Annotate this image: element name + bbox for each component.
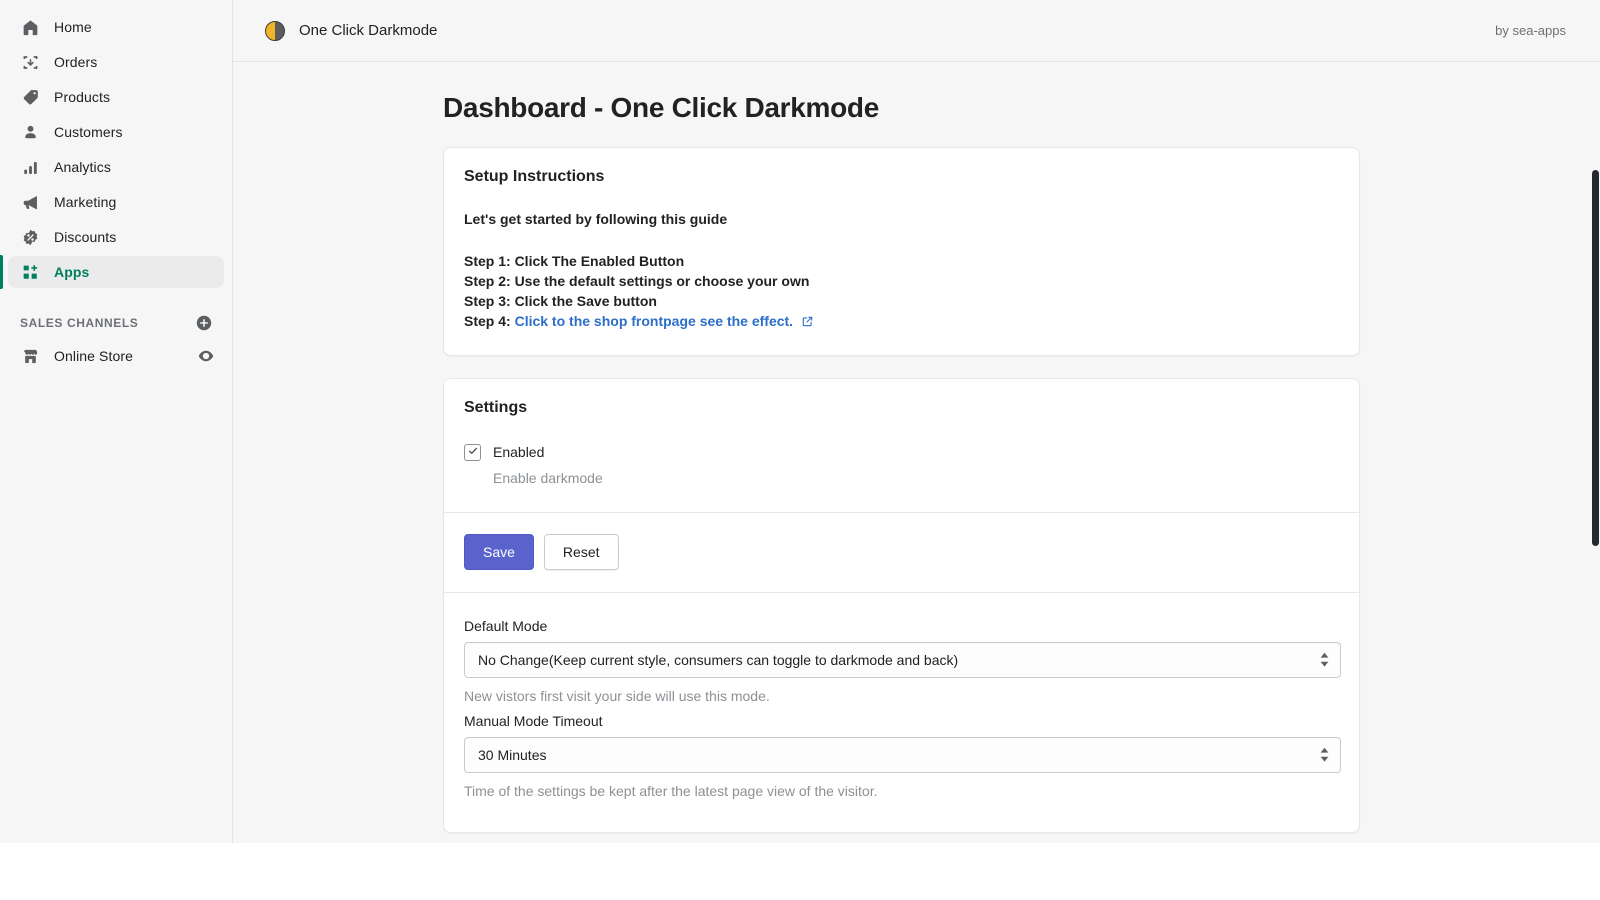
setup-card-lead: Let's get started by following this guid…: [464, 211, 1339, 227]
main-sidebar: Home Orders Products: [0, 0, 233, 843]
setup-instructions-card: Setup Instructions Let's get started by …: [443, 147, 1360, 356]
half-moon-darkmode-icon: [265, 21, 285, 41]
discounts-badge-icon: [20, 227, 40, 247]
shop-frontpage-link[interactable]: Click to the shop frontpage see the effe…: [515, 313, 794, 329]
sidebar-item-analytics[interactable]: Analytics: [8, 151, 224, 183]
plus-circle-icon[interactable]: [194, 313, 214, 333]
manual-mode-timeout-select-wrap: 30 Minutes: [464, 737, 1341, 773]
orders-icon: [20, 52, 40, 72]
sidebar-item-label: Apps: [54, 264, 89, 280]
sidebar-item-customers[interactable]: Customers: [8, 116, 224, 148]
manual-mode-timeout-help: Time of the settings be kept after the l…: [464, 783, 1339, 799]
enabled-checkbox[interactable]: [464, 444, 481, 461]
sales-channels-header: SALES CHANNELS: [8, 308, 224, 338]
app-title: One Click Darkmode: [299, 22, 437, 39]
setup-card-heading: Setup Instructions: [464, 168, 1339, 186]
sidebar-item-label: Products: [54, 89, 110, 105]
default-mode-select[interactable]: No Change(Keep current style, consumers …: [464, 642, 1341, 678]
setup-step: Step 3: Click the Save button: [464, 291, 1339, 311]
sidebar-item-products[interactable]: Products: [8, 81, 224, 113]
below-viewport-area: [0, 843, 1600, 900]
sidebar-item-apps[interactable]: Apps: [8, 256, 224, 288]
page-scrollbar-track[interactable]: [1591, 62, 1600, 843]
settings-fields: Default Mode No Change(Keep current styl…: [444, 593, 1359, 832]
sidebar-item-orders[interactable]: Orders: [8, 46, 224, 78]
browser-viewport: Home Orders Products: [0, 0, 1600, 843]
setup-step-4: Step 4: Click to the shop frontpage see …: [464, 311, 1339, 333]
customers-person-icon: [20, 122, 40, 142]
sidebar-item-label: Home: [54, 19, 92, 35]
selected-accent-bar: [0, 255, 3, 289]
sidebar-item-marketing[interactable]: Marketing: [8, 186, 224, 218]
setup-steps-list: Step 1: Click The Enabled Button Step 2:…: [464, 251, 1339, 333]
products-tag-icon: [20, 87, 40, 107]
main-content: Dashboard - One Click Darkmode Setup Ins…: [233, 62, 1600, 843]
enabled-checkbox-row[interactable]: Enabled: [464, 443, 1339, 461]
external-link-icon[interactable]: [801, 313, 814, 333]
analytics-bars-icon: [20, 157, 40, 177]
sidebar-item-label: Marketing: [54, 194, 116, 210]
marketing-megaphone-icon: [20, 192, 40, 212]
app-identity: One Click Darkmode: [265, 21, 437, 41]
settings-card: Settings Enabled Enable darkmode Save Re…: [443, 378, 1360, 833]
sidebar-item-label: Customers: [54, 124, 123, 140]
default-mode-select-wrap: No Change(Keep current style, consumers …: [464, 642, 1341, 678]
sidebar-item-discounts[interactable]: Discounts: [8, 221, 224, 253]
save-button[interactable]: Save: [464, 534, 534, 570]
enabled-checkbox-label: Enabled: [493, 443, 544, 461]
settings-card-heading: Settings: [464, 399, 1339, 417]
settings-action-row: Save Reset: [444, 513, 1359, 592]
setup-step-4-prefix: Step 4:: [464, 313, 515, 329]
sales-channels-title: SALES CHANNELS: [20, 316, 138, 330]
default-mode-label: Default Mode: [464, 618, 1339, 634]
setup-step: Step 1: Click The Enabled Button: [464, 251, 1339, 271]
app-topbar: One Click Darkmode by sea-apps: [233, 0, 1600, 62]
sidebar-item-label: Discounts: [54, 229, 116, 245]
app-byline: by sea-apps: [1495, 23, 1566, 38]
enabled-checkbox-help: Enable darkmode: [493, 470, 1339, 486]
reset-button[interactable]: Reset: [544, 534, 619, 570]
topbar-scroll-gap: [1591, 0, 1600, 62]
manual-mode-timeout-label: Manual Mode Timeout: [464, 713, 1339, 729]
sidebar-item-online-store[interactable]: Online Store: [8, 340, 224, 372]
store-icon: [20, 346, 40, 366]
eye-icon[interactable]: [196, 346, 216, 366]
home-icon: [20, 17, 40, 37]
sidebar-item-label: Online Store: [54, 348, 133, 364]
check-icon: [467, 444, 479, 462]
sidebar-item-label: Orders: [54, 54, 97, 70]
setup-step: Step 2: Use the default settings or choo…: [464, 271, 1339, 291]
page-title: Dashboard - One Click Darkmode: [443, 92, 1600, 124]
page-scrollbar-thumb[interactable]: [1592, 170, 1599, 546]
manual-mode-timeout-select[interactable]: 30 Minutes: [464, 737, 1341, 773]
sidebar-item-label: Analytics: [54, 159, 111, 175]
apps-grid-plus-icon: [20, 262, 40, 282]
default-mode-help: New vistors first visit your side will u…: [464, 688, 1339, 704]
sidebar-item-home[interactable]: Home: [8, 11, 224, 43]
